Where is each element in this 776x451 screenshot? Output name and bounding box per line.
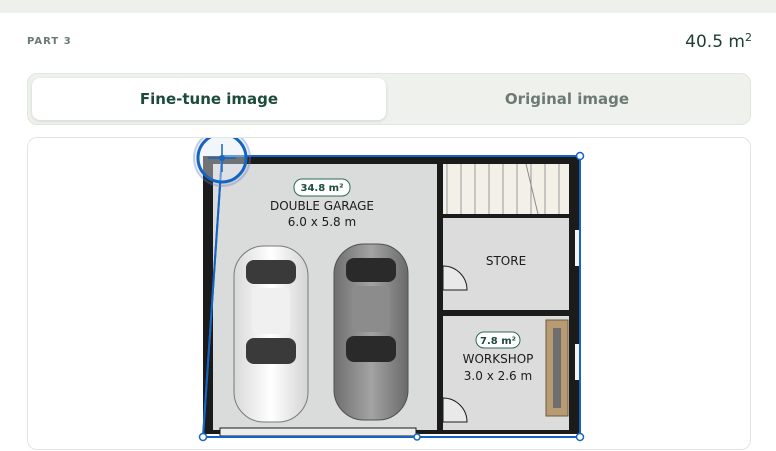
corner-handle-top-right[interactable] — [575, 151, 585, 161]
floorplan-drawing: 34.8 m² DOUBLE GARAGE 6.0 x 5.8 m STORE … — [193, 138, 585, 442]
top-strip — [0, 0, 776, 13]
total-area-unit: 2 — [745, 31, 752, 44]
store-name: STORE — [486, 254, 526, 268]
stairs — [443, 164, 569, 214]
garage-dims: 6.0 x 5.8 m — [288, 215, 356, 229]
original-image-tab[interactable]: Original image — [390, 78, 744, 120]
part-label: PART 3 — [27, 36, 72, 47]
grey-car — [333, 243, 409, 421]
workshop-name: WORKSHOP — [463, 352, 534, 366]
fine-tune-image-tab[interactable]: Fine-tune image — [32, 78, 386, 120]
corner-handle-bottom-right[interactable] — [575, 432, 585, 442]
floorplan-canvas[interactable]: 34.8 m² DOUBLE GARAGE 6.0 x 5.8 m STORE … — [27, 137, 751, 450]
workshop-area-text: 7.8 m² — [480, 336, 516, 347]
total-area: 40.5 m2 — [685, 31, 752, 52]
white-car — [233, 245, 309, 423]
edge-handle-bottom[interactable] — [413, 433, 421, 441]
garage-area-text: 34.8 m² — [301, 183, 344, 194]
total-area-value: 40.5 m — [685, 32, 745, 52]
workshop-dims: 3.0 x 2.6 m — [464, 369, 532, 383]
active-corner-handle-top-left[interactable] — [193, 138, 251, 187]
image-mode-toggle: Fine-tune image Original image — [27, 73, 751, 125]
garage-name: DOUBLE GARAGE — [270, 199, 374, 213]
corner-handle-bottom-left[interactable] — [198, 432, 208, 442]
